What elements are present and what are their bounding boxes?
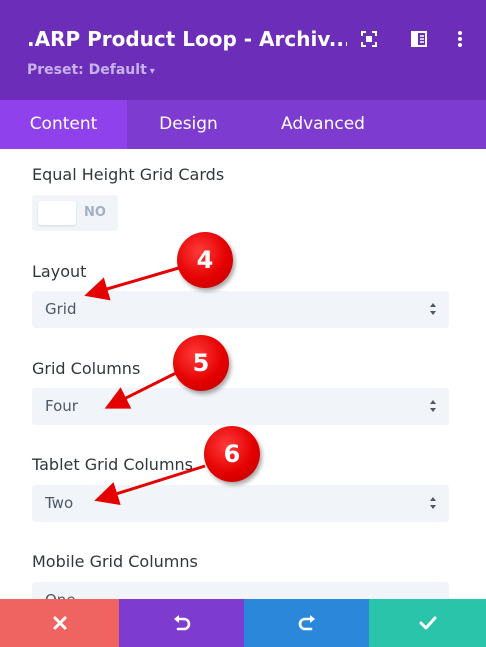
annotation-marker-5: 5 [173,335,229,391]
settings-header: .ARP Product Loop - Archiv... Preset: De… [0,0,486,100]
grid-columns-label: Grid Columns [32,359,141,378]
preset-dropdown[interactable]: Preset: Default ▾ [27,62,155,78]
annotation-marker-4: 4 [177,232,233,288]
toggle-state: NO [84,205,106,220]
select-arrows-icon [430,303,436,315]
settings-tabs: Content Design Advanced [0,100,486,149]
grid-columns-value: Four [45,397,78,415]
toggle-knob [38,201,76,225]
preset-label: Preset: Default [27,62,147,78]
grid-columns-select[interactable]: Four [32,388,449,425]
expand-icon[interactable] [360,30,378,48]
tablet-grid-columns-select[interactable]: Two [32,485,449,522]
tab-advanced[interactable]: Advanced [250,100,396,149]
tab-design[interactable]: Design [127,100,250,149]
equal-height-label: Equal Height Grid Cards [32,165,225,184]
more-vertical-icon[interactable] [451,30,469,48]
module-title: .ARP Product Loop - Archiv... [27,27,347,51]
layout-select[interactable]: Grid [32,291,449,328]
tablet-grid-columns-value: Two [45,494,74,512]
discard-button[interactable] [0,599,119,647]
mobile-grid-columns-select[interactable]: One [32,582,449,599]
check-icon [419,616,436,630]
layout-value: Grid [45,300,77,318]
tab-content[interactable]: Content [0,100,127,149]
save-button[interactable] [369,599,486,647]
equal-height-toggle[interactable]: NO [32,195,118,231]
tablet-grid-columns-label: Tablet Grid Columns [32,455,194,474]
select-arrows-icon [430,400,436,412]
select-arrows-icon [430,497,436,509]
action-bar [0,599,486,647]
redo-button[interactable] [244,599,369,647]
settings-content: Equal Height Grid Cards NO Layout Grid G… [0,149,486,599]
sidebar-layout-icon[interactable] [410,30,428,48]
layout-label: Layout [32,262,87,281]
undo-button[interactable] [119,599,244,647]
redo-icon [298,615,315,631]
close-icon [53,616,66,630]
undo-icon [173,615,190,631]
annotation-marker-6: 6 [204,426,260,482]
mobile-grid-columns-value: One [45,591,76,599]
caret-down-icon: ▾ [149,66,155,77]
mobile-grid-columns-label: Mobile Grid Columns [32,552,198,571]
